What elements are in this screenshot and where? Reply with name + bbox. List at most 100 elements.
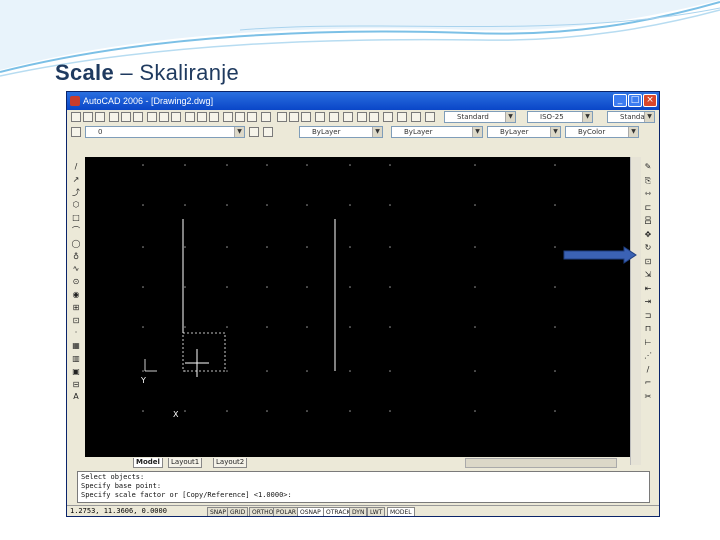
tab-model[interactable]: Model [133, 458, 163, 468]
modify-tool-icon-13[interactable]: ⊓ [643, 324, 653, 334]
modify-tool-icon-9[interactable]: ⇲ [643, 270, 653, 280]
toolbar-icon-17[interactable] [277, 112, 287, 122]
modify-tool-icon-5[interactable]: 吕 [643, 216, 653, 226]
toolbar-icon-1[interactable] [71, 112, 81, 122]
toolbar-spacer [67, 140, 659, 157]
modify-tool-icon-2[interactable]: ⎘ [643, 176, 653, 186]
modify-tool-icon-6[interactable]: ✥ [643, 230, 653, 240]
status-dyn-button[interactable]: DYN [349, 507, 368, 516]
command-window[interactable]: Select objects: Specify base point: Spec… [77, 471, 650, 503]
dim-style-combo[interactable]: ISO-25 ▼ [527, 111, 593, 123]
draw-tool-icon-11[interactable]: ◉ [71, 290, 81, 300]
draw-tool-icon-2[interactable]: ↗ [71, 175, 81, 185]
toolbar-icon-28[interactable] [425, 112, 435, 122]
toolbar-icon-22[interactable] [343, 112, 353, 122]
toolbar-icon-4[interactable] [109, 112, 119, 122]
color-combo[interactable]: ByLayer ▼ [299, 126, 383, 138]
plot-style-combo[interactable]: ByColor ▼ [565, 126, 639, 138]
toolbar-icon-21[interactable] [329, 112, 339, 122]
standard-toolbar: Standard ▼ ISO-25 ▼ Standard ▼ [67, 110, 659, 125]
draw-tool-icon-7[interactable]: ◯ [71, 239, 81, 249]
status-grid-button[interactable]: GRID [227, 507, 249, 516]
app-icon[interactable] [70, 96, 80, 106]
toolbar-icon-10[interactable] [185, 112, 195, 122]
toolbar-icon-7[interactable] [147, 112, 157, 122]
window-titlebar[interactable]: AutoCAD 2006 - [Drawing2.dwg] _ □ × [67, 92, 659, 110]
modify-tool-icon-17[interactable]: ⌐ [643, 378, 653, 388]
toolbar-icon-26[interactable] [397, 112, 407, 122]
toolbar-icon-27[interactable] [411, 112, 421, 122]
modify-tool-icon-10[interactable]: ⇤ [643, 284, 653, 294]
toolbar-icon-9[interactable] [171, 112, 181, 122]
layer-previous-icon[interactable] [263, 127, 273, 137]
toolbar-icon-12[interactable] [209, 112, 219, 122]
close-button[interactable]: × [643, 94, 657, 107]
draw-tool-icon-9[interactable]: ∿ [71, 264, 81, 274]
minimize-button[interactable]: _ [613, 94, 627, 107]
toolbar-icon-13[interactable] [223, 112, 233, 122]
modify-tool-icon-14[interactable]: ⊢ [643, 338, 653, 348]
draw-tool-icon-6[interactable]: ⌒ [71, 226, 81, 236]
draw-tool-icon-18[interactable]: ⊟ [71, 380, 81, 390]
toolbar-icon-20[interactable] [315, 112, 325, 122]
status-snap-button[interactable]: SNAP [207, 507, 230, 516]
layer-manager-icon[interactable] [71, 127, 81, 137]
toolbar-icon-11[interactable] [197, 112, 207, 122]
status-model-button[interactable]: MODEL [387, 507, 415, 516]
toolbar-icon-24[interactable] [369, 112, 379, 122]
toolbar-icon-8[interactable] [159, 112, 169, 122]
status-lwt-button[interactable]: LWT [367, 507, 386, 516]
drawing-canvas[interactable]: Y X [85, 157, 630, 457]
modify-tool-icon-12[interactable]: ⊐ [643, 311, 653, 321]
draw-tool-icon-19[interactable]: A [71, 392, 81, 402]
status-osnap-button[interactable]: OSNAP [297, 507, 324, 516]
modify-tool-icon-16[interactable]: / [643, 365, 653, 375]
modify-tool-icon-8[interactable]: ⊡ [643, 257, 653, 267]
draw-tool-icon-15[interactable]: ▦ [71, 341, 81, 351]
toolbar-icon-14[interactable] [235, 112, 245, 122]
modify-tool-icon-11[interactable]: ⇥ [643, 297, 653, 307]
make-current-icon[interactable] [249, 127, 259, 137]
toolbar-icon-16[interactable] [261, 112, 271, 122]
table-style-combo[interactable]: Standard ▼ [607, 111, 655, 123]
toolbar-icon-6[interactable] [133, 112, 143, 122]
command-line-3[interactable]: Specify scale factor or [Copy/Reference]… [81, 491, 646, 500]
draw-tool-icon-5[interactable]: □ [71, 213, 81, 223]
toolbar-icon-5[interactable] [121, 112, 131, 122]
maximize-button[interactable]: □ [628, 94, 642, 107]
toolbar-icon-19[interactable] [301, 112, 311, 122]
draw-tool-icon-3[interactable]: ⤴ [71, 188, 81, 198]
layer-combo[interactable]: 0 ▼ [85, 126, 245, 138]
modify-tool-icon-4[interactable]: ⊏ [643, 203, 653, 213]
draw-tool-icon-8[interactable]: ♁ [71, 252, 81, 262]
toolbar-icon-18[interactable] [289, 112, 299, 122]
slide-title: Scale – Skaliranje [55, 60, 239, 86]
lineweight-combo[interactable]: ByLayer ▼ [487, 126, 561, 138]
toolbar-icon-15[interactable] [247, 112, 257, 122]
tab-layout1[interactable]: Layout1 [168, 458, 203, 468]
text-style-combo[interactable]: Standard ▼ [444, 111, 516, 123]
draw-tool-icon-10[interactable]: ⊙ [71, 277, 81, 287]
linetype-combo[interactable]: ByLayer ▼ [391, 126, 483, 138]
draw-tool-icon-16[interactable]: ▥ [71, 354, 81, 364]
modify-tool-icon-1[interactable]: ✎ [643, 162, 653, 172]
draw-tool-icon-12[interactable]: ⊞ [71, 303, 81, 313]
vertical-scrollbar[interactable] [630, 157, 641, 465]
toolbar-icon-3[interactable] [95, 112, 105, 122]
modify-tool-icon-15[interactable]: ⋰ [643, 351, 653, 361]
draw-tool-icon-14[interactable]: · [71, 328, 81, 338]
draw-tool-icon-1[interactable]: / [71, 162, 81, 172]
toolbar-icon-25[interactable] [383, 112, 393, 122]
modify-tool-icon-18[interactable]: ✂ [643, 392, 653, 402]
toolbar-icon-2[interactable] [83, 112, 93, 122]
toolbar-icon-23[interactable] [357, 112, 367, 122]
status-polar-button[interactable]: POLAR [273, 507, 300, 516]
modify-tool-icon-7[interactable]: ↻ [643, 243, 653, 253]
modify-tool-icon-3[interactable]: ⇿ [643, 189, 653, 199]
draw-tool-icon-4[interactable]: ⬡ [71, 200, 81, 210]
tab-layout2[interactable]: Layout2 [213, 458, 248, 468]
draw-tool-icon-17[interactable]: ▣ [71, 367, 81, 377]
grid-dot [184, 164, 186, 166]
draw-tool-icon-13[interactable]: ⊡ [71, 316, 81, 326]
horizontal-scrollbar[interactable] [465, 458, 617, 468]
